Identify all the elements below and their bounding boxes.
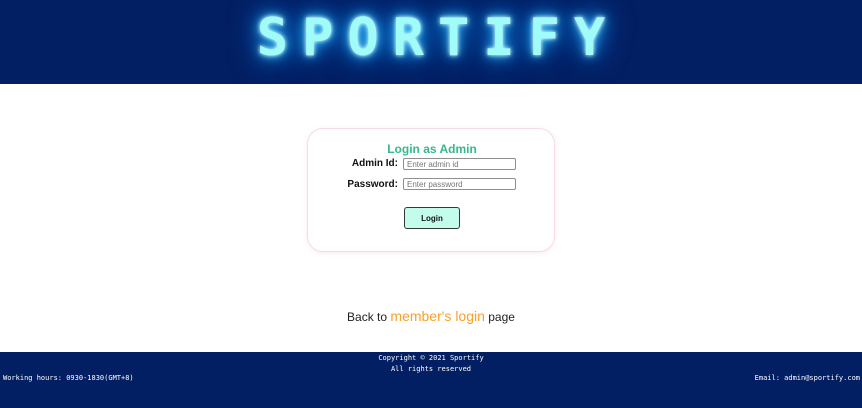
copyright-text: Copyright © 2021 Sportify bbox=[378, 354, 484, 362]
sportify-logo[interactable]: SPORTIFY bbox=[0, 8, 862, 68]
admin-id-input[interactable] bbox=[403, 158, 516, 170]
login-button[interactable]: Login bbox=[404, 207, 460, 229]
admin-login-card: Login as Admin Admin Id: Password: Login bbox=[307, 128, 555, 252]
login-card-title: Login as Admin bbox=[387, 142, 477, 156]
rights-text: All rights reserved bbox=[390, 365, 472, 373]
working-hours-text: Working hours: 0930-1830(GMT+8) bbox=[3, 374, 134, 382]
back-prefix-text: Back to bbox=[347, 310, 388, 324]
admin-id-label: Admin Id: bbox=[351, 158, 398, 169]
password-input[interactable] bbox=[403, 178, 516, 190]
page-footer: Copyright © 2021 Sportify All rights res… bbox=[0, 352, 862, 408]
password-label: Password: bbox=[347, 179, 398, 190]
back-suffix-text: page bbox=[488, 310, 515, 324]
contact-email-text: Email: admin@sportify.com bbox=[754, 374, 860, 382]
back-to-member-login: Back to member's login page bbox=[0, 308, 862, 324]
member-login-link[interactable]: member's login bbox=[390, 308, 485, 324]
page-header: SPORTIFY bbox=[0, 0, 862, 84]
